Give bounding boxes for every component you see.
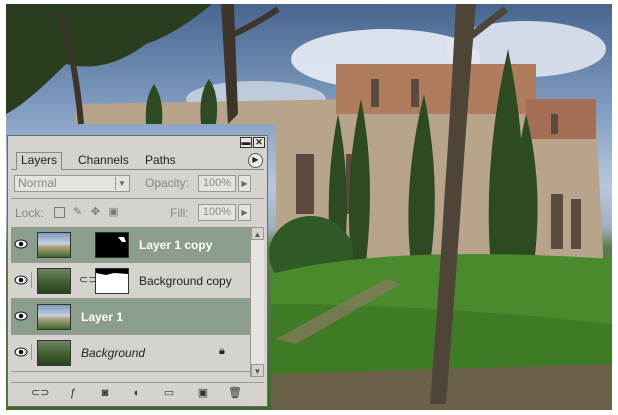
palette-titlebar[interactable]: ▬ ✕: [8, 136, 267, 150]
layer-name[interactable]: Layer 1: [81, 310, 123, 324]
eye-icon[interactable]: [13, 272, 32, 288]
layer-thumbnail: [37, 232, 71, 258]
lock-transparency-icon[interactable]: [54, 207, 65, 218]
fill-field[interactable]: 100%: [198, 204, 236, 221]
layer-row-layer-1[interactable]: Layer 1: [11, 299, 250, 335]
palette-menu-button[interactable]: ▶: [248, 153, 263, 168]
fill-slider-button[interactable]: ▶: [238, 204, 251, 221]
layer-thumbnail: [37, 304, 71, 330]
adjustment-layer-icon[interactable]: ◐: [129, 386, 145, 400]
lock-all-icon[interactable]: ▣: [108, 207, 119, 218]
scroll-down-icon[interactable]: ▼: [251, 364, 264, 377]
layer-row-layer-1-copy[interactable]: Layer 1 copy: [11, 227, 250, 263]
divider: [11, 198, 264, 199]
lock-icon: 🔒︎: [219, 345, 225, 357]
delete-layer-icon[interactable]: 🗑︎: [227, 386, 243, 400]
new-group-icon[interactable]: ▭: [161, 386, 177, 400]
minimize-button[interactable]: ▬: [240, 137, 252, 148]
layers-scrollbar[interactable]: ▲ ▼: [250, 227, 264, 377]
layer-style-icon[interactable]: ƒ: [65, 386, 81, 400]
lock-image-icon[interactable]: ✎: [72, 207, 83, 218]
layers-list: Layer 1 copy ⊂⊃ Background copy Layer 1: [11, 227, 250, 377]
layer-name[interactable]: Background: [81, 346, 145, 360]
chain-icon[interactable]: ⊂⊃: [79, 274, 97, 287]
close-button[interactable]: ✕: [253, 137, 265, 148]
layer-mask-thumbnail[interactable]: [95, 232, 129, 258]
chevron-down-icon: ▼: [115, 177, 128, 190]
fill-label: Fill:: [170, 206, 189, 220]
layer-name[interactable]: Layer 1 copy: [139, 238, 212, 252]
layer-thumbnail: [37, 340, 71, 366]
tab-paths[interactable]: Paths: [141, 153, 180, 169]
blend-opacity-row: Normal ▼ Opacity: 100% ▶: [11, 174, 264, 194]
layer-thumbnail: [37, 268, 71, 294]
palette-tabs: Layers Channels Paths ▶: [11, 151, 264, 170]
layers-palette: ▬ ✕ Layers Channels Paths ▶ Normal ▼ Opa…: [7, 135, 268, 407]
eye-icon[interactable]: [13, 308, 32, 324]
lock-position-icon[interactable]: ✥: [90, 207, 101, 218]
eye-icon[interactable]: [13, 236, 32, 252]
layer-row-background[interactable]: Background 🔒︎: [11, 335, 250, 372]
scroll-up-icon[interactable]: ▲: [251, 227, 264, 240]
layer-name[interactable]: Background copy: [139, 274, 232, 288]
blend-mode-select[interactable]: Normal ▼: [14, 175, 130, 192]
layer-mask-thumbnail[interactable]: [95, 268, 129, 294]
opacity-slider-button[interactable]: ▶: [238, 175, 251, 192]
layer-row-background-copy[interactable]: ⊂⊃ Background copy: [11, 263, 250, 299]
blend-mode-value: Normal: [18, 176, 57, 190]
opacity-field[interactable]: 100%: [198, 175, 236, 192]
tab-channels[interactable]: Channels: [74, 153, 133, 169]
tab-layers[interactable]: Layers: [16, 152, 63, 170]
opacity-label: Opacity:: [145, 176, 190, 190]
lock-label: Lock:: [15, 206, 44, 220]
new-layer-icon[interactable]: ▣: [195, 386, 211, 400]
add-mask-icon[interactable]: ◙: [97, 386, 113, 400]
link-layers-icon[interactable]: ⊂⊃: [31, 386, 49, 400]
eye-icon[interactable]: [13, 344, 32, 360]
palette-footer: ⊂⊃ ƒ ◙ ◐ ▭ ▣ 🗑︎: [11, 383, 264, 403]
